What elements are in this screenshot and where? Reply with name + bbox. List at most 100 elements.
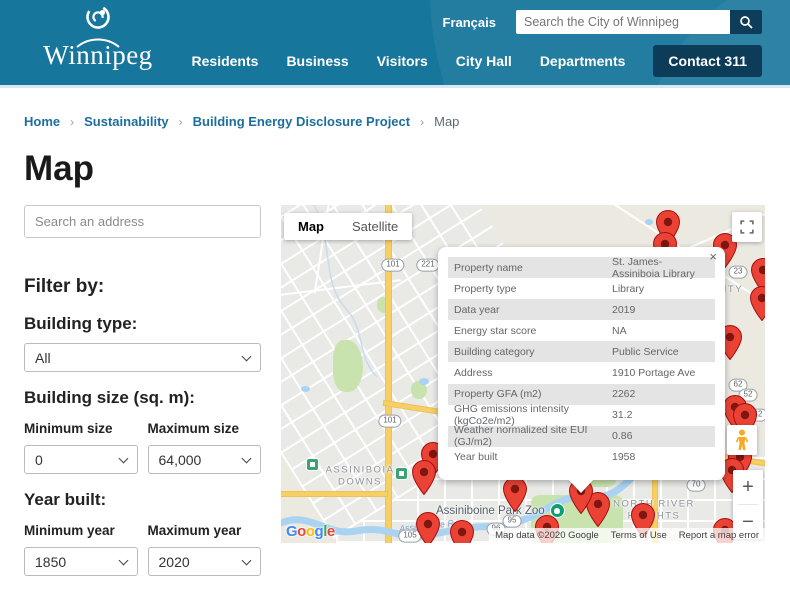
breadcrumb-link-building-energy-disclosure-project[interactable]: Building Energy Disclosure Project xyxy=(193,114,410,129)
header-utility-bar: Français xyxy=(443,10,762,34)
nav-item-business[interactable]: Business xyxy=(286,53,348,69)
fullscreen-icon xyxy=(739,219,755,235)
map-type-control: Map Satellite xyxy=(284,213,412,240)
site-search-button[interactable] xyxy=(730,10,762,34)
nav-items: Residents Business Visitors City Hall Depart… xyxy=(192,53,626,69)
breadcrumb-separator-icon: › xyxy=(420,115,424,129)
nav-item-departments[interactable]: Departments xyxy=(540,53,626,69)
breadcrumb-link-sustainability[interactable]: Sustainability xyxy=(84,114,169,129)
popup-row-value: 31.2 xyxy=(612,409,709,421)
min-size-label: Minimum size xyxy=(24,421,138,436)
popup-row-value: Public Service xyxy=(612,346,709,358)
nav-item-residents[interactable]: Residents xyxy=(192,53,259,69)
popup-row-value: 0.86 xyxy=(612,430,709,442)
max-size-select[interactable]: 64,000 xyxy=(148,445,262,474)
main-nav: Residents Business Visitors City Hall Depart… xyxy=(192,45,762,77)
route-shield: 101 xyxy=(378,415,401,428)
google-logo-letter: g xyxy=(315,523,324,540)
property-info-window: × Property nameSt. James-Assiniboia Libr… xyxy=(438,247,725,480)
popup-row-label: Property name xyxy=(454,262,612,274)
popup-row-value: 2262 xyxy=(612,388,709,400)
google-logo-letter: o xyxy=(297,523,306,540)
google-logo[interactable]: Google xyxy=(286,523,335,540)
breadcrumb-link-home[interactable]: Home xyxy=(24,114,60,129)
map-attribution: Map data ©2020 Google Terms of Use Repor… xyxy=(489,528,765,543)
logo-wordmark: Winnipeg xyxy=(18,40,178,71)
address-search-input[interactable] xyxy=(24,205,261,238)
max-year-label: Maximum year xyxy=(148,523,262,538)
breadcrumb-separator-icon: › xyxy=(70,115,74,129)
close-icon[interactable]: × xyxy=(709,250,717,263)
map-marker[interactable] xyxy=(503,477,527,512)
max-size-label: Maximum size xyxy=(148,421,262,436)
year-built-heading: Year built: xyxy=(24,490,261,510)
popup-row: Property nameSt. James-Assiniboia Librar… xyxy=(448,257,715,278)
nav-item-city-hall[interactable]: City Hall xyxy=(456,53,512,69)
breadcrumb: Home › Sustainability › Building Energy Disc… xyxy=(24,114,790,129)
map-data-text: Map data ©2020 Google xyxy=(495,530,599,541)
google-logo-letter: e xyxy=(327,523,335,540)
popup-row-label: Property GFA (m2) xyxy=(454,388,612,400)
popup-row: Year built1958 xyxy=(448,447,715,468)
popup-row-value: 1958 xyxy=(612,451,709,463)
popup-row: Data year2019 xyxy=(448,299,715,320)
site-search-input[interactable] xyxy=(516,10,730,34)
popup-row: Address1910 Portage Ave xyxy=(448,362,715,383)
filter-heading: Filter by: xyxy=(24,276,261,298)
map-type-satellite-button[interactable]: Satellite xyxy=(338,213,412,240)
park-poi-icon[interactable] xyxy=(306,458,319,471)
popup-row-value: 2019 xyxy=(612,304,709,316)
route-shield: 101 xyxy=(381,259,404,272)
breadcrumb-separator-icon: › xyxy=(179,115,183,129)
map-type-map-button[interactable]: Map xyxy=(284,213,338,240)
popup-row: Weather normalized site EUI (GJ/m2)0.86 xyxy=(448,426,715,447)
map-marker[interactable] xyxy=(450,520,474,543)
popup-row: Property typeLibrary xyxy=(448,278,715,299)
min-year-select[interactable]: 1850 xyxy=(24,547,138,576)
route-shield: 70 xyxy=(687,479,706,492)
building-size-heading: Building size (sq. m): xyxy=(24,388,261,408)
pegman-icon xyxy=(734,429,750,451)
map-area-label: ASSINIBOIA DOWNS xyxy=(326,465,395,490)
route-shield: 221 xyxy=(416,259,439,272)
popup-row-label: Address xyxy=(454,367,612,379)
google-logo-letter: G xyxy=(286,523,297,540)
popup-row: GHG emissions intensity (kgCo2e/m2)31.2 xyxy=(448,405,715,426)
contact-311-button[interactable]: Contact 311 xyxy=(653,45,762,77)
min-size-select[interactable]: 0 xyxy=(24,445,138,474)
popup-row-label: Weather normalized site EUI (GJ/m2) xyxy=(454,424,612,448)
filter-sidebar: Filter by: Building type: All Building s… xyxy=(24,205,261,576)
fullscreen-button[interactable] xyxy=(732,212,762,242)
map-marker[interactable] xyxy=(416,512,440,543)
winnipeg-logo[interactable]: Winnipeg xyxy=(18,2,178,71)
search-icon xyxy=(739,15,753,29)
pegman-control[interactable] xyxy=(727,425,757,455)
content-area: Filter by: Building type: All Building s… xyxy=(0,205,790,576)
popup-row-label: Data year xyxy=(454,304,612,316)
popup-row-label: Building category xyxy=(454,346,612,358)
popup-row-label: Property type xyxy=(454,283,612,295)
nav-item-visitors[interactable]: Visitors xyxy=(377,53,428,69)
google-logo-letter: o xyxy=(306,523,315,540)
building-type-select[interactable]: All xyxy=(24,343,261,372)
map-marker[interactable] xyxy=(412,460,436,495)
zoom-in-button[interactable]: + xyxy=(733,470,763,504)
report-map-error-link[interactable]: Report a map error xyxy=(679,530,759,541)
info-window-tail xyxy=(568,479,594,493)
popup-row-label: Year built xyxy=(454,451,612,463)
map-canvas[interactable]: ASSINIBOIA DOWNSNORTH RIVER HEIGHTSN CIT… xyxy=(281,205,765,543)
min-year-label: Minimum year xyxy=(24,523,138,538)
popup-row-value: St. James-Assiniboia Library xyxy=(612,256,709,280)
breadcrumb-current-map: Map xyxy=(434,114,459,129)
terms-of-use-link[interactable]: Terms of Use xyxy=(611,530,667,541)
popup-row: Energy star scoreNA xyxy=(448,320,715,341)
map-marker[interactable] xyxy=(750,286,765,321)
site-header: Winnipeg Français Residents Business Visit… xyxy=(0,0,790,88)
popup-row: Property GFA (m2)2262 xyxy=(448,384,715,405)
max-year-select[interactable]: 2020 xyxy=(148,547,262,576)
building-type-label: Building type: xyxy=(24,314,261,334)
park-poi-icon[interactable] xyxy=(395,467,408,480)
language-link[interactable]: Français xyxy=(443,15,496,30)
popup-row-value: 1910 Portage Ave xyxy=(612,367,709,379)
popup-row-value: NA xyxy=(612,325,709,337)
